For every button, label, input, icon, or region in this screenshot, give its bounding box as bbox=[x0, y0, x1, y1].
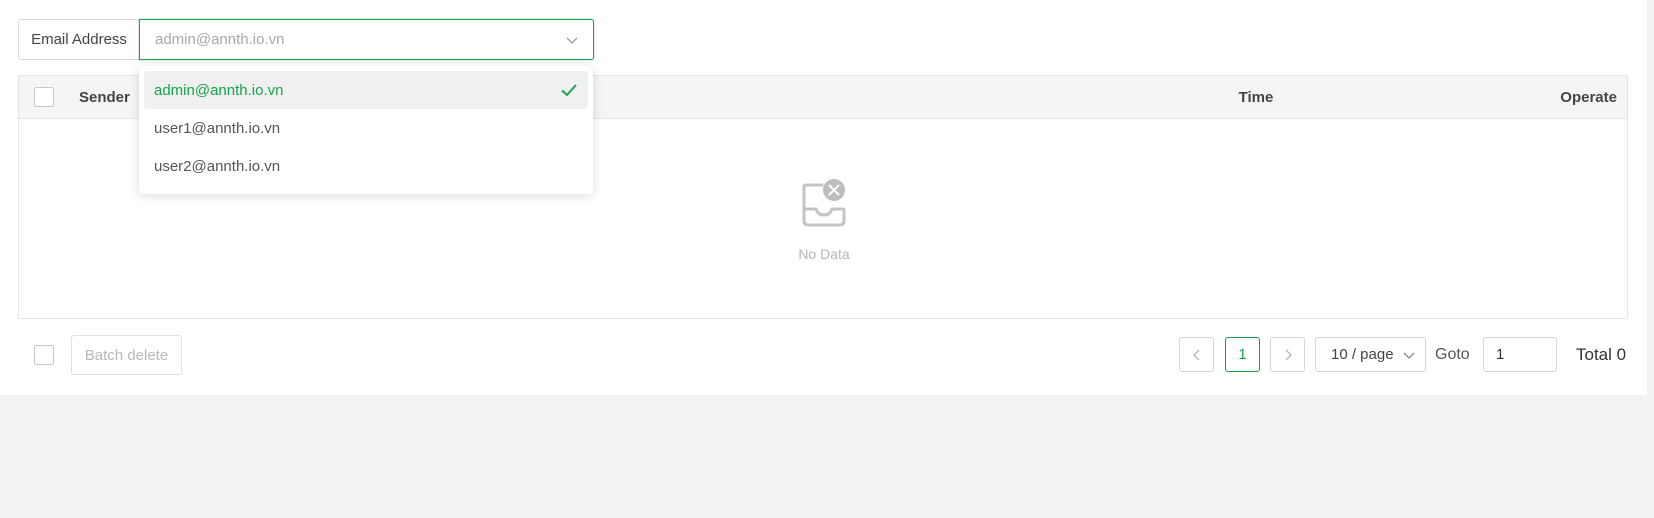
email-address-label: Email Address bbox=[18, 19, 139, 60]
dropdown-option-label: user2@annth.io.vn bbox=[154, 157, 281, 175]
select-all-checkbox[interactable] bbox=[34, 87, 54, 107]
batch-delete-button[interactable]: Batch delete bbox=[71, 335, 182, 375]
footer-select-all-checkbox[interactable] bbox=[34, 345, 54, 365]
prev-page-button[interactable] bbox=[1179, 337, 1214, 372]
goto-label: Goto bbox=[1435, 346, 1470, 363]
dropdown-option-user2[interactable]: user2@annth.io.vn bbox=[144, 147, 588, 185]
next-page-button[interactable] bbox=[1270, 337, 1305, 372]
email-select-placeholder: admin@annth.io.vn bbox=[155, 31, 285, 48]
column-time: Time bbox=[1238, 89, 1274, 106]
chevron-right-icon bbox=[1285, 349, 1292, 360]
column-sender: Sender bbox=[79, 89, 130, 106]
email-address-select[interactable]: admin@annth.io.vn bbox=[139, 19, 594, 60]
page-size-value: 10 / page bbox=[1331, 346, 1394, 363]
goto-page-input[interactable] bbox=[1483, 337, 1557, 372]
empty-inbox-icon bbox=[802, 179, 846, 227]
column-operate: Operate bbox=[1560, 89, 1617, 106]
email-filter: Email Address admin@annth.io.vn bbox=[18, 19, 594, 60]
page-size-select[interactable]: 10 / page bbox=[1315, 337, 1426, 372]
dropdown-option-user1[interactable]: user1@annth.io.vn bbox=[144, 109, 588, 147]
email-dropdown-menu: admin@annth.io.vn user1@annth.io.vn user… bbox=[139, 66, 593, 194]
dropdown-option-label: admin@annth.io.vn bbox=[154, 81, 284, 99]
no-data-text: No Data bbox=[798, 246, 850, 262]
chevron-left-icon bbox=[1192, 349, 1199, 360]
dropdown-option-label: user1@annth.io.vn bbox=[154, 119, 281, 137]
total-count: Total 0 bbox=[1576, 345, 1627, 364]
chevron-down-icon bbox=[1403, 352, 1415, 359]
dropdown-option-admin[interactable]: admin@annth.io.vn bbox=[144, 71, 588, 109]
check-icon bbox=[561, 84, 577, 97]
page-1-button[interactable]: 1 bbox=[1225, 337, 1260, 372]
content-panel: Email Address admin@annth.io.vn Sender T… bbox=[0, 0, 1647, 395]
chevron-down-icon bbox=[566, 37, 578, 44]
